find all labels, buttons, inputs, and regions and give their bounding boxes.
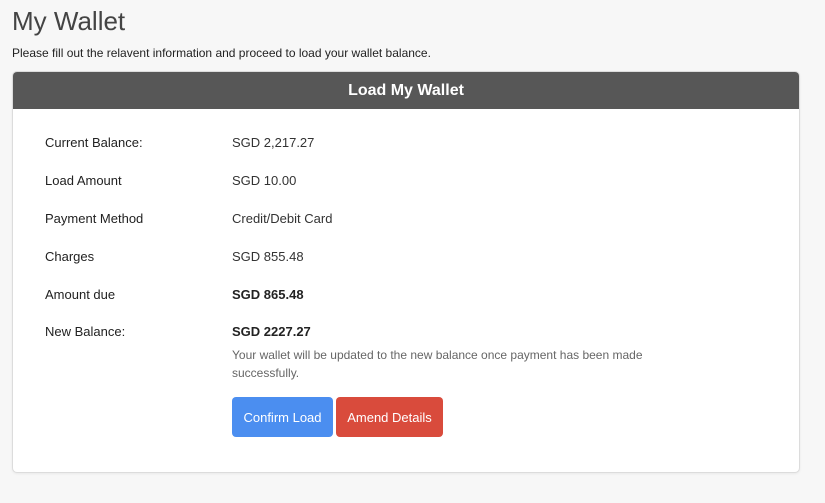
current-balance-label: Current Balance: xyxy=(45,135,143,150)
page-title: My Wallet xyxy=(12,6,126,36)
amend-details-button[interactable]: Amend Details xyxy=(336,397,443,437)
charges-label: Charges xyxy=(45,249,95,264)
load-amount-value: SGD 10.00 xyxy=(232,173,297,188)
confirm-load-button[interactable]: Confirm Load xyxy=(232,397,333,437)
amount-due-value: SGD 865.48 xyxy=(232,287,304,302)
current-balance-value: SGD 2,217.27 xyxy=(232,135,315,150)
load-amount-label: Load Amount xyxy=(45,173,122,188)
charges-value: SGD 855.48 xyxy=(232,249,304,264)
page-subtitle: Please fill out the relavent information… xyxy=(12,46,431,60)
balance-update-note: Your wallet will be updated to the new b… xyxy=(232,348,643,380)
new-balance-label: New Balance: xyxy=(45,324,126,339)
card-header: Load My Wallet xyxy=(13,72,799,109)
payment-method-value: Credit/Debit Card xyxy=(232,211,333,226)
new-balance-value: SGD 2227.27 xyxy=(232,324,311,339)
load-wallet-card: Load My Wallet Current Balance: SGD 2,21… xyxy=(12,71,800,473)
payment-method-label: Payment Method xyxy=(45,211,144,226)
amount-due-label: Amount due xyxy=(45,287,116,302)
